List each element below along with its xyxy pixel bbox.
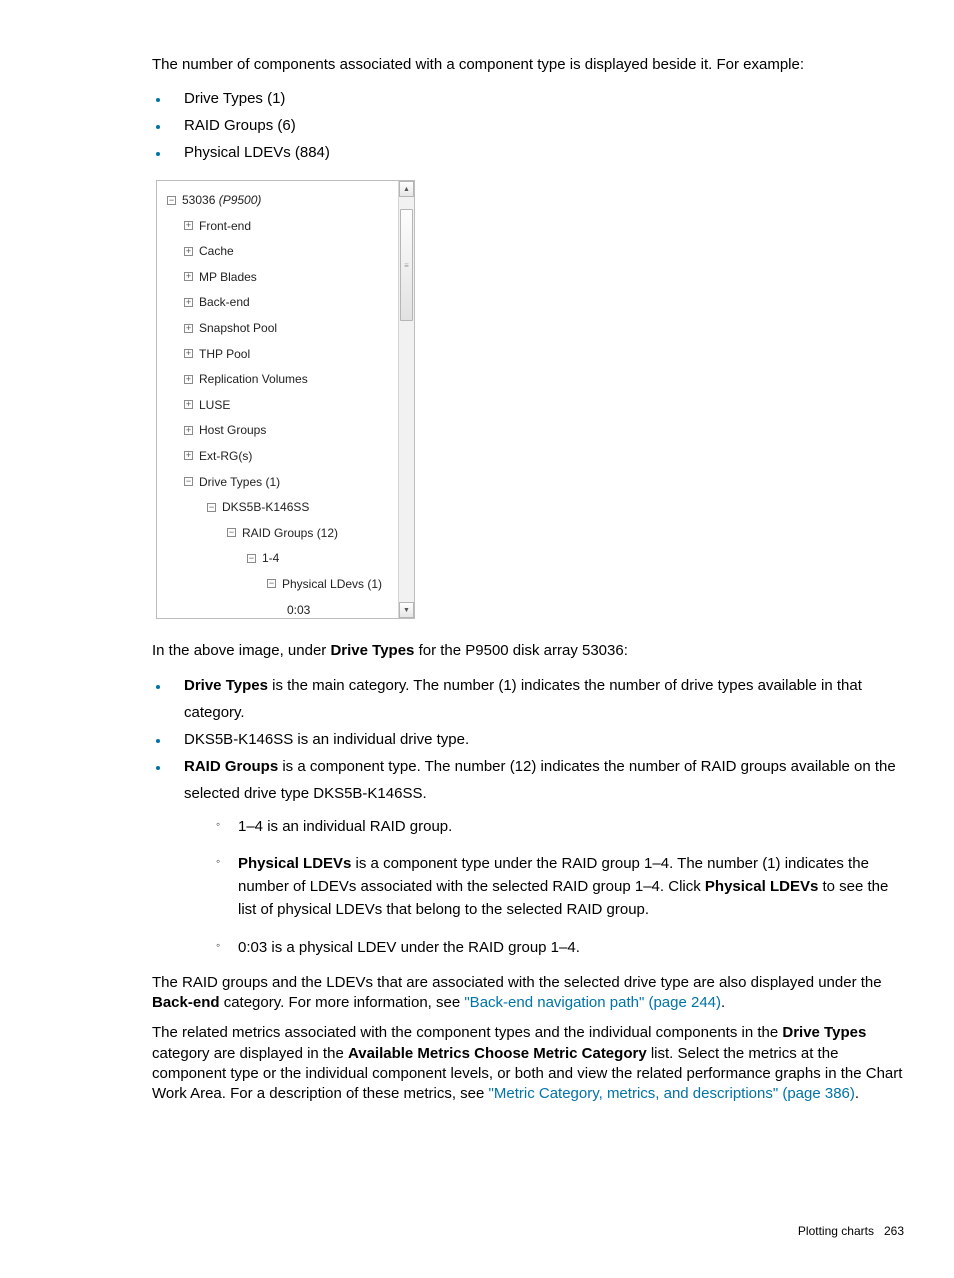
intro-paragraph: The number of components associated with… <box>152 55 904 75</box>
collapse-icon[interactable]: − <box>247 554 256 563</box>
tree-node[interactable]: + Ext-RG(s) <box>167 443 399 469</box>
tree-node[interactable]: + Cache <box>167 238 399 264</box>
sub-list: 1–4 is an individual RAID group. Physica… <box>184 815 904 959</box>
collapse-icon[interactable]: − <box>167 196 176 205</box>
tree-label: Ext-RG(s) <box>199 449 252 463</box>
tree-node[interactable]: + Back-end <box>167 290 399 316</box>
list-item: RAID Groups (6) <box>170 112 904 139</box>
tree-label: LUSE <box>199 398 230 412</box>
scroll-up-icon[interactable]: ▲ <box>399 181 414 197</box>
tree-node[interactable]: + THP Pool <box>167 341 399 367</box>
expand-icon[interactable]: + <box>184 400 193 409</box>
list-item: Physical LDEVs (884) <box>170 139 904 166</box>
tree-label: 1-4 <box>262 551 279 565</box>
expand-icon[interactable]: + <box>184 221 193 230</box>
tree-node[interactable]: −1-4 <box>167 546 399 572</box>
tree-label: THP Pool <box>199 347 250 361</box>
expand-icon[interactable]: + <box>184 298 193 307</box>
tree-label: DKS5B-K146SS <box>222 500 309 514</box>
explanation-list: Drive Types is the main category. The nu… <box>152 672 904 959</box>
tree-label: Replication Volumes <box>199 372 308 386</box>
footer-label: Plotting charts <box>798 1224 874 1238</box>
collapse-icon[interactable]: − <box>207 503 216 512</box>
tree-node[interactable]: −RAID Groups (12) <box>167 520 399 546</box>
tree-node[interactable]: + Snapshot Pool <box>167 315 399 341</box>
scroll-thumb[interactable]: ≡ <box>400 209 413 321</box>
expand-icon[interactable]: + <box>184 272 193 281</box>
list-item: Drive Types (1) <box>170 85 904 112</box>
body-paragraph: The RAID groups and the LDEVs that are a… <box>152 973 904 1014</box>
list-item: 0:03 is a physical LDEV under the RAID g… <box>216 936 904 959</box>
expand-icon[interactable]: + <box>184 451 193 460</box>
page-footer: Plotting charts 263 <box>152 1224 904 1238</box>
collapse-icon[interactable]: − <box>267 579 276 588</box>
collapse-icon[interactable]: − <box>227 528 236 537</box>
scrollbar[interactable]: ▲ ≡ ▼ <box>398 181 414 618</box>
expand-icon[interactable]: + <box>184 426 193 435</box>
tree-node[interactable]: + MP Blades <box>167 264 399 290</box>
scroll-down-icon[interactable]: ▼ <box>399 602 414 618</box>
expand-icon[interactable]: + <box>184 349 193 358</box>
tree-label: Host Groups <box>199 423 266 437</box>
tree-node[interactable]: + Replication Volumes <box>167 366 399 392</box>
list-item: DKS5B-K146SS is an individual drive type… <box>170 726 904 753</box>
page-number: 263 <box>884 1224 904 1238</box>
tree-panel: − 53036 (P9500) + Front-end + Cache + MP Bl… <box>156 180 415 619</box>
expand-icon[interactable]: + <box>184 247 193 256</box>
tree-node[interactable]: + Host Groups <box>167 418 399 444</box>
tree-label: Back-end <box>199 295 250 309</box>
list-item: Physical LDEVs is a component type under… <box>216 852 904 922</box>
list-item: 1–4 is an individual RAID group. <box>216 815 904 838</box>
tree-label: RAID Groups (12) <box>242 526 338 540</box>
tree-label: Drive Types (1) <box>199 475 280 489</box>
tree-label: 0:03 <box>287 603 310 617</box>
tree-label: Snapshot Pool <box>199 321 277 335</box>
list-item: RAID Groups is a component type. The num… <box>170 753 904 959</box>
tree-node[interactable]: −DKS5B-K146SS <box>167 494 399 520</box>
link-metric-category[interactable]: "Metric Category, metrics, and descripti… <box>489 1085 855 1102</box>
tree-node[interactable]: −Physical LDevs (1) <box>167 571 399 597</box>
tree-node[interactable]: + LUSE <box>167 392 399 418</box>
tree-label: MP Blades <box>199 270 257 284</box>
link-backend-nav[interactable]: "Back-end navigation path" (page 244) <box>464 994 721 1011</box>
tree-label: Front-end <box>199 219 251 233</box>
tree-label: Cache <box>199 244 234 258</box>
tree-node[interactable]: + Front-end <box>167 213 399 239</box>
collapse-icon[interactable]: − <box>184 477 193 486</box>
tree-node[interactable]: −Drive Types (1) <box>167 469 399 495</box>
list-item: Drive Types is the main category. The nu… <box>170 672 904 726</box>
tree-root[interactable]: − 53036 (P9500) <box>167 187 399 213</box>
tree-label: 53036 (P9500) <box>182 193 261 207</box>
body-paragraph: The related metrics associated with the … <box>152 1023 904 1104</box>
tree-label: Physical LDevs (1) <box>282 577 382 591</box>
example-list: Drive Types (1) RAID Groups (6) Physical… <box>152 85 904 166</box>
expand-icon[interactable]: + <box>184 324 193 333</box>
caption-paragraph: In the above image, under Drive Types fo… <box>152 641 904 661</box>
tree-leaf[interactable]: 0:03 <box>167 597 399 623</box>
expand-icon[interactable]: + <box>184 375 193 384</box>
